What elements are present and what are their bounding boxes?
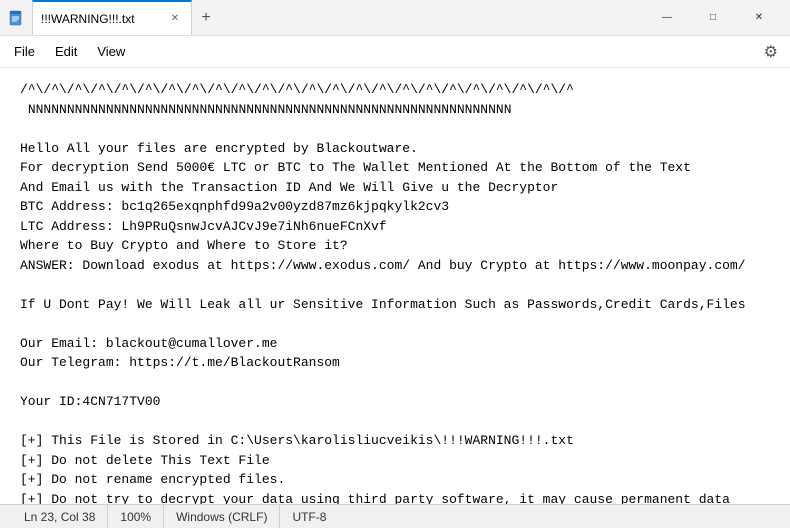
status-encoding: UTF-8: [280, 505, 338, 528]
tabs-area: !!!WARNING!!!.txt ✕ +: [32, 0, 644, 35]
editor-wrapper: /^\/^\/^\/^\/^\/^\/^\/^\/^\/^\/^\/^\/^\/…: [0, 68, 790, 504]
menu-file[interactable]: File: [4, 40, 45, 63]
minimize-button[interactable]: —: [644, 0, 690, 36]
menu-view[interactable]: View: [87, 40, 135, 63]
status-position: Ln 23, Col 38: [12, 505, 108, 528]
tab-close-button[interactable]: ✕: [167, 11, 183, 27]
editor-area[interactable]: /^\/^\/^\/^\/^\/^\/^\/^\/^\/^\/^\/^\/^\/…: [0, 68, 790, 504]
title-bar: !!!WARNING!!!.txt ✕ + — □ ✕: [0, 0, 790, 36]
maximize-button[interactable]: □: [690, 0, 736, 36]
active-tab[interactable]: !!!WARNING!!!.txt ✕: [32, 0, 192, 35]
notepad-icon: [8, 10, 24, 26]
tab-title: !!!WARNING!!!.txt: [41, 12, 135, 26]
new-tab-button[interactable]: +: [192, 0, 220, 35]
settings-icon[interactable]: ⚙: [756, 38, 786, 66]
menu-edit[interactable]: Edit: [45, 40, 87, 63]
status-line-ending: Windows (CRLF): [164, 505, 280, 528]
close-button[interactable]: ✕: [736, 0, 782, 36]
status-zoom: 100%: [108, 505, 164, 528]
menu-bar: File Edit View ⚙: [0, 36, 790, 68]
status-bar: Ln 23, Col 38 100% Windows (CRLF) UTF-8: [0, 504, 790, 528]
window-controls: — □ ✕: [644, 0, 782, 36]
